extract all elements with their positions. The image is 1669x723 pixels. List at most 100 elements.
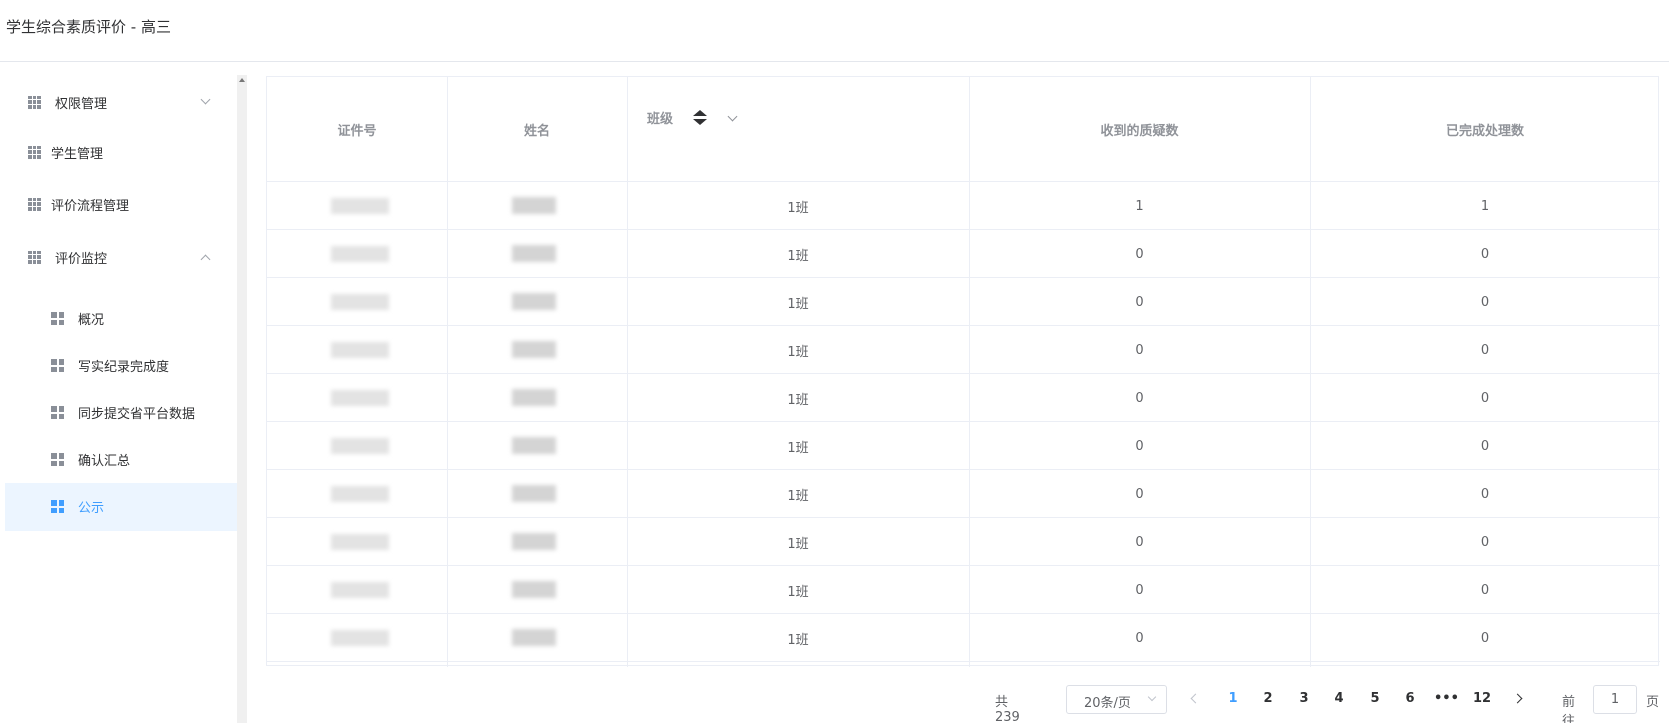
cell-class: 1班 — [787, 632, 809, 648]
data-table: 证件号 姓名 班级 收到的质疑数 已完成处理数 1班 1 1 1班 0 0 1班 0 0 1班 0 0… — [266, 76, 1660, 667]
redacted-name — [512, 341, 556, 358]
column-header-class: 班级 — [647, 111, 674, 127]
page-size-value: 20条/页 — [1084, 696, 1131, 711]
column-header-name: 姓名 — [523, 123, 550, 139]
page-5[interactable]: 5 — [1363, 691, 1387, 706]
cell-done: 0 — [1480, 390, 1490, 406]
column-header-done: 已完成处理数 — [1445, 123, 1524, 139]
table-row: 1班 0 0 — [267, 518, 1660, 566]
redacted-name — [512, 437, 556, 454]
table-row: 1班 0 0 — [267, 230, 1660, 278]
grid-icon — [51, 406, 64, 419]
sidebar-item-label: 学生管理 — [51, 146, 104, 162]
sidebar-subitem-label: 写实纪录完成度 — [78, 360, 170, 375]
sidebar-item-permissions[interactable]: 权限管理 — [5, 77, 237, 127]
grid-icon — [51, 359, 64, 372]
sidebar-item-students[interactable]: 学生管理 — [5, 127, 237, 177]
table-row: 1班 0 0 — [267, 374, 1660, 422]
redacted-id — [331, 582, 389, 598]
redacted-id — [331, 198, 389, 214]
sidebar-subitem-publicity[interactable]: 公示 — [5, 483, 237, 531]
cell-done: 0 — [1480, 294, 1490, 310]
goto-page-input[interactable] — [1593, 685, 1637, 714]
sidebar-subitem-label: 同步提交省平台数据 — [78, 407, 196, 422]
sidebar: 权限管理 学生管理 评价流程管理 评价监控 概况 写实纪录完成度 同步提交省平台… — [5, 77, 237, 723]
page-title: 学生综合素质评价 - 高三 — [6, 18, 171, 36]
sidebar-subitem-label: 公示 — [78, 501, 105, 516]
cell-done: 1 — [1480, 198, 1490, 214]
redacted-id — [331, 390, 389, 406]
cell-received: 0 — [1135, 246, 1144, 262]
page-1[interactable]: 1 — [1221, 691, 1245, 706]
more-pages[interactable]: ••• — [1434, 691, 1459, 706]
next-page-icon[interactable] — [1512, 693, 1523, 704]
cell-received: 0 — [1135, 438, 1144, 454]
cell-received: 1 — [1135, 198, 1144, 214]
page-2[interactable]: 2 — [1256, 691, 1280, 706]
sidebar-item-label: 评价监控 — [55, 251, 108, 267]
cell-done: 0 — [1480, 630, 1490, 646]
redacted-name — [512, 245, 556, 262]
page-12[interactable]: 12 — [1470, 691, 1494, 706]
goto-suffix: 页 — [1646, 695, 1660, 710]
sidebar-item-monitoring[interactable]: 评价监控 — [5, 232, 237, 282]
sidebar-subitem-label: 概况 — [78, 313, 105, 328]
app-header: 学生综合素质评价 - 高三 — [0, 0, 1669, 62]
cell-done: 0 — [1480, 582, 1490, 598]
redacted-id — [331, 438, 389, 454]
redacted-id — [331, 246, 389, 262]
cell-received: 0 — [1135, 294, 1144, 310]
sidebar-subitem-overview[interactable]: 概况 — [5, 295, 237, 343]
cell-received: 0 — [1135, 582, 1144, 598]
grid-icon — [28, 95, 41, 109]
table-row: 1班 0 0 — [267, 566, 1660, 614]
sidebar-item-label: 评价流程管理 — [51, 198, 130, 214]
redacted-id — [331, 630, 389, 646]
sidebar-subitem-sync-province[interactable]: 同步提交省平台数据 — [5, 389, 237, 437]
page-4[interactable]: 4 — [1327, 691, 1351, 706]
cell-class: 1班 — [787, 200, 809, 216]
cell-class: 1班 — [787, 488, 809, 504]
page-6[interactable]: 6 — [1398, 691, 1422, 706]
column-header-id: 证件号 — [337, 123, 377, 139]
chevron-up-icon — [200, 254, 211, 265]
table-row: 1班 0 0 — [267, 326, 1660, 374]
cell-done: 0 — [1480, 486, 1490, 502]
page-3[interactable]: 3 — [1292, 691, 1316, 706]
grid-icon — [51, 500, 64, 513]
table-row: 1班 0 0 — [267, 614, 1660, 662]
sidebar-subitem-record-completion[interactable]: 写实纪录完成度 — [5, 342, 237, 390]
grid-icon — [28, 197, 41, 211]
cell-done: 0 — [1480, 246, 1490, 262]
sidebar-item-process[interactable]: 评价流程管理 — [5, 179, 237, 229]
prev-page-icon[interactable] — [1190, 693, 1201, 704]
sidebar-subitem-confirm-summary[interactable]: 确认汇总 — [5, 436, 237, 484]
cell-class: 1班 — [787, 440, 809, 456]
cell-done: 0 — [1480, 438, 1490, 454]
cell-class: 1班 — [787, 296, 809, 312]
redacted-id — [331, 534, 389, 550]
grid-icon — [28, 145, 41, 159]
page-size-select[interactable]: 20条/页 — [1066, 685, 1167, 714]
sort-icon[interactable] — [691, 110, 709, 126]
cell-class: 1班 — [787, 392, 809, 408]
grid-icon — [51, 453, 64, 466]
redacted-name — [512, 485, 556, 502]
pagination-total: 共 239 条 — [995, 695, 1020, 723]
table-row: 1班 1 1 — [267, 182, 1660, 230]
redacted-name — [512, 581, 556, 598]
cell-class: 1班 — [787, 344, 809, 360]
cell-class: 1班 — [787, 584, 809, 600]
sidebar-scrollbar[interactable] — [237, 75, 247, 723]
scroll-up-icon[interactable] — [239, 78, 245, 82]
cell-received: 0 — [1135, 342, 1144, 358]
column-header-received: 收到的质疑数 — [1100, 123, 1179, 139]
filter-dropdown-icon[interactable] — [727, 111, 738, 122]
chevron-down-icon — [200, 94, 211, 105]
redacted-name — [512, 533, 556, 550]
table-row: 1班 0 0 — [267, 422, 1660, 470]
grid-icon — [51, 312, 64, 325]
grid-icon — [28, 250, 41, 264]
cell-received: 0 — [1135, 390, 1144, 406]
cell-received: 0 — [1135, 630, 1144, 646]
